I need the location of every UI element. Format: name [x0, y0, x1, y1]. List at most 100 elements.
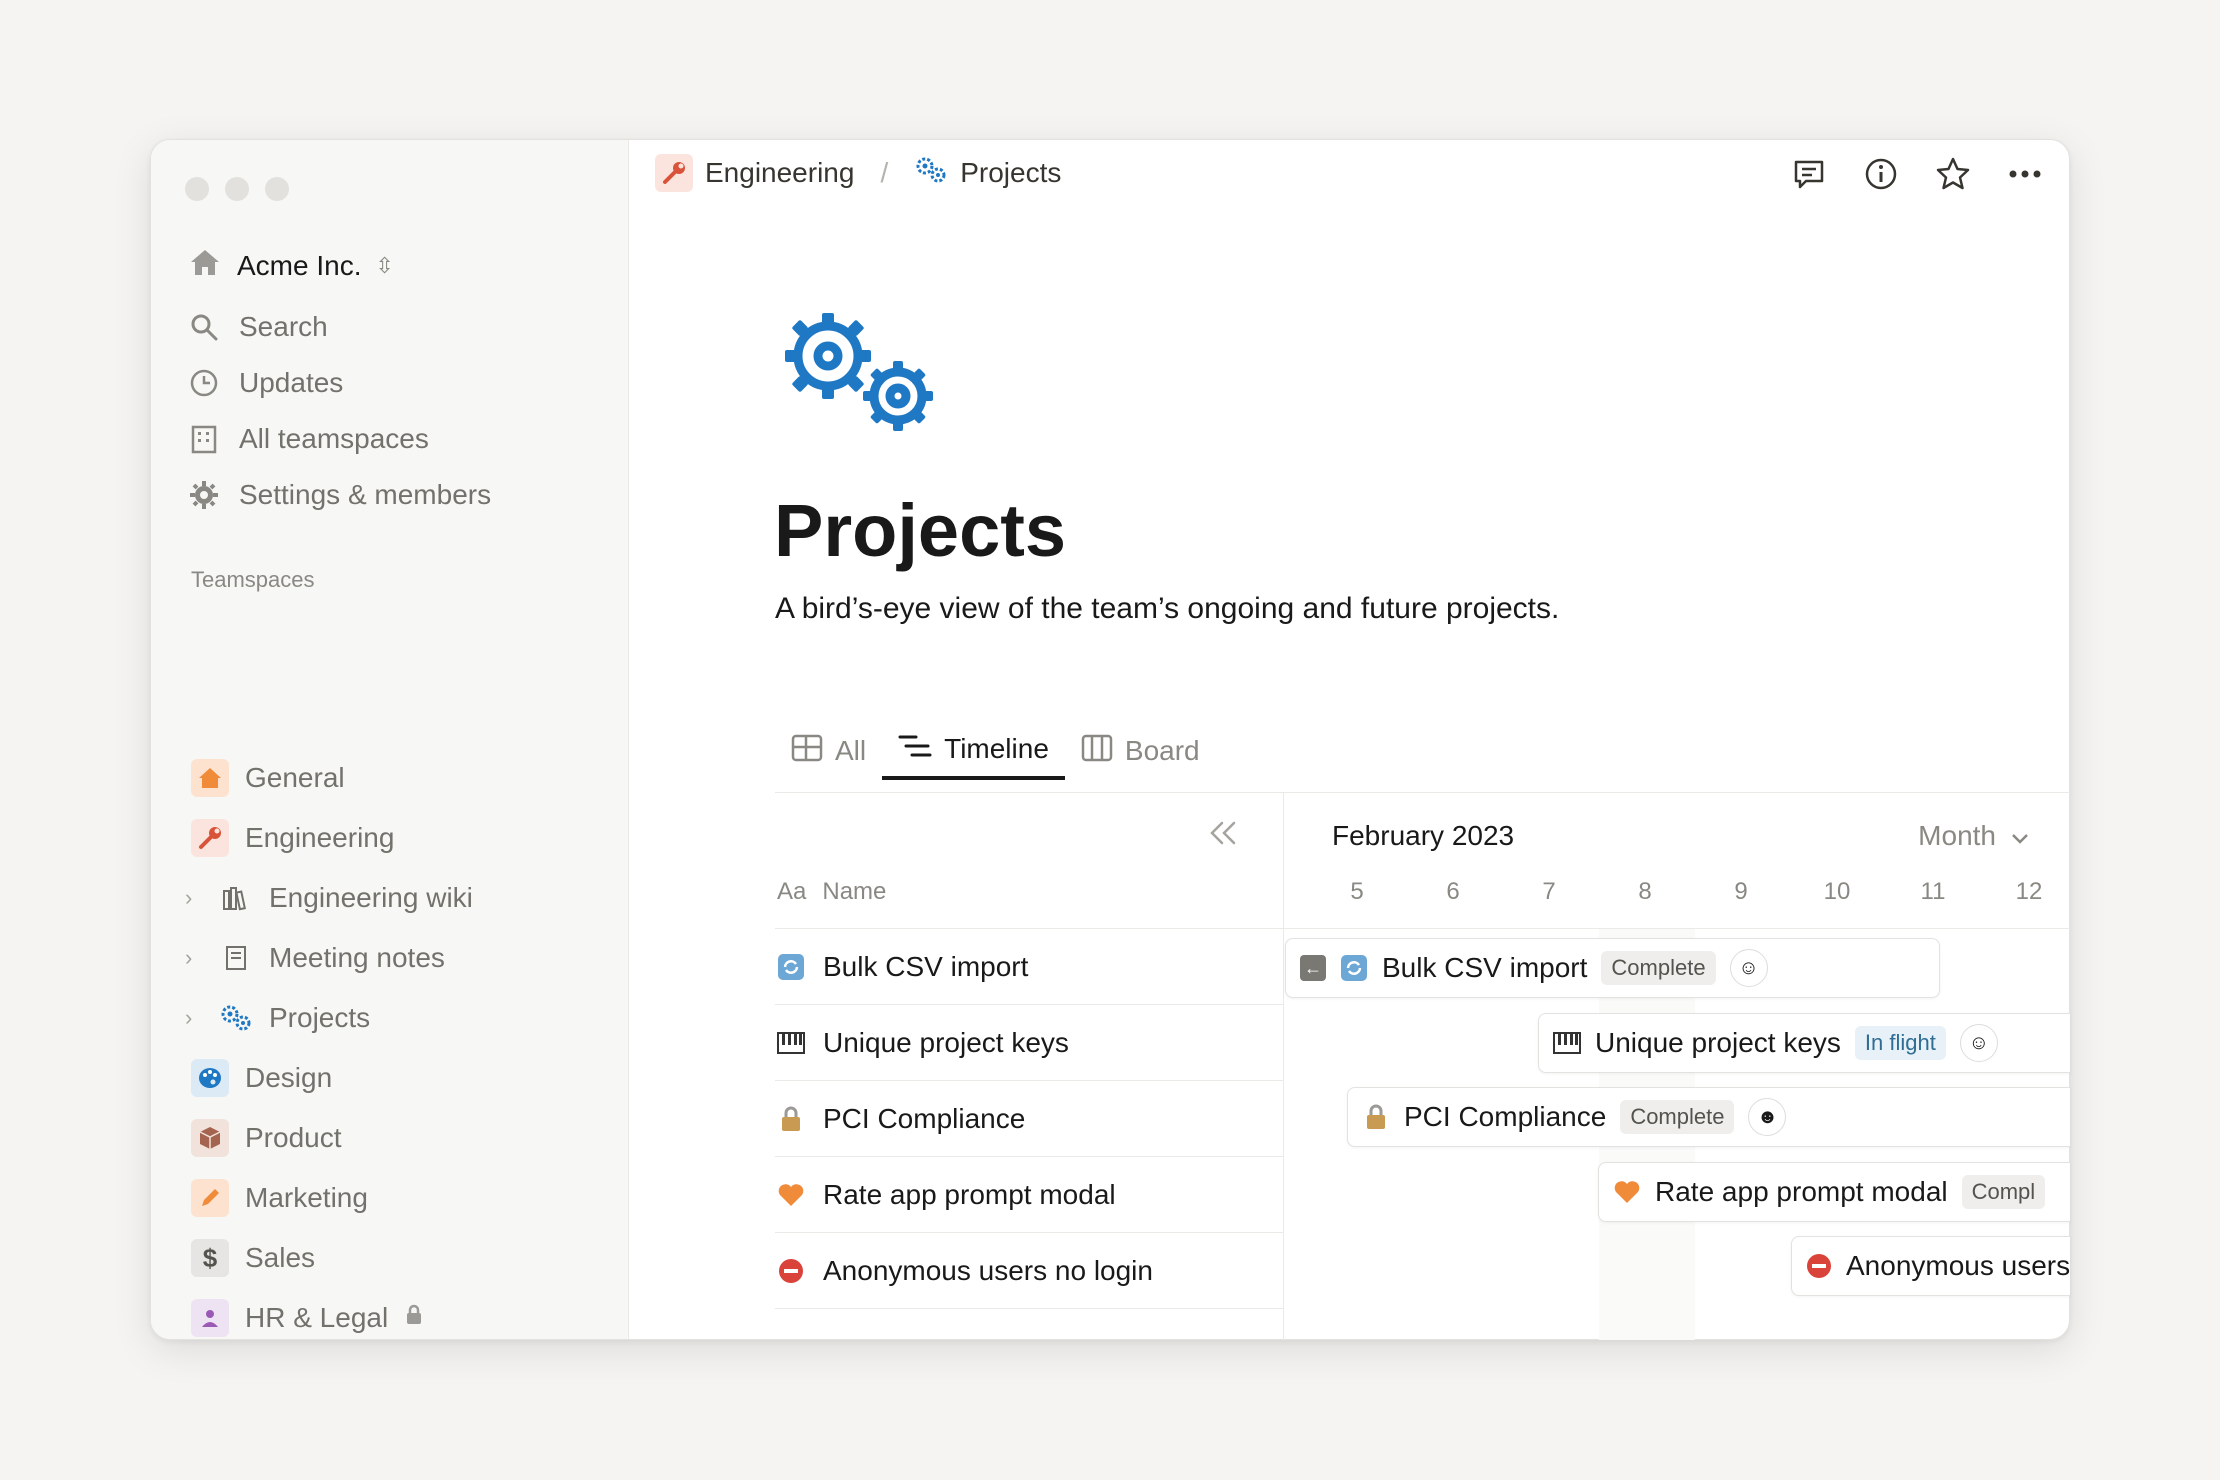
pencil-icon	[191, 1179, 229, 1217]
day-label: 10	[1823, 878, 1851, 905]
breadcrumb-separator: /	[880, 157, 889, 188]
chevron-right-icon[interactable]: ›	[185, 945, 203, 971]
sidebar-item-search[interactable]: Search	[187, 310, 328, 344]
workspace-switcher[interactable]: Acme Inc. ⇳	[187, 244, 394, 287]
sidebar-item-label: Design	[245, 1062, 333, 1093]
timeline-card[interactable]: Rate app prompt modal Compl	[1598, 1162, 2070, 1222]
top-bar: Engineering / Projects	[629, 140, 2069, 206]
sidebar-item-product[interactable]: Product	[191, 1113, 342, 1163]
notebook-icon	[219, 941, 253, 975]
lock-icon	[777, 1105, 805, 1133]
avatar: ☺	[1729, 949, 1768, 987]
info-icon[interactable]	[1863, 156, 1899, 192]
chevron-right-icon[interactable]: ›	[185, 885, 203, 911]
sidebar-item-label: Marketing	[245, 1182, 368, 1213]
views-divider	[775, 792, 2070, 793]
sidebar-item-label: Meeting notes	[269, 942, 445, 973]
status-badge: Complete	[1601, 951, 1716, 985]
day-label: 8	[1638, 878, 1652, 905]
page-gears-icon[interactable]	[780, 308, 940, 443]
card-name: Anonymous users	[1846, 1250, 2070, 1281]
status-badge: Complete	[1620, 1100, 1735, 1134]
box-icon	[191, 1119, 229, 1157]
scale-label: Month	[1918, 820, 1996, 851]
sidebar-item-label: Engineering	[245, 822, 395, 853]
row-name: Rate app prompt modal	[823, 1178, 1116, 1210]
tab-all[interactable]: All	[775, 722, 882, 780]
sidebar-item-meeting-notes[interactable]: › Meeting notes	[185, 933, 445, 983]
page-title[interactable]: Projects	[774, 488, 1066, 573]
sidebar-item-design[interactable]: Design	[191, 1053, 332, 1103]
sidebar-item-updates[interactable]: Updates	[187, 366, 343, 400]
sidebar-item-general[interactable]: General	[191, 753, 345, 803]
orange-heart-icon	[777, 1181, 805, 1209]
arrow-left-icon[interactable]: ←	[1300, 955, 1326, 981]
table-row[interactable]: Anonymous users no login	[775, 1232, 1283, 1308]
star-icon[interactable]	[1935, 156, 1971, 192]
more-icon[interactable]	[2007, 156, 2043, 192]
minimize-window-button[interactable]	[225, 177, 249, 201]
sidebar-item-projects[interactable]: › Projects	[164, 989, 604, 1047]
sidebar-item-marketing[interactable]: Marketing	[191, 1173, 368, 1223]
sidebar-item-all-teamspaces[interactable]: All teamspaces	[187, 422, 429, 456]
tab-board[interactable]: Board	[1065, 722, 1216, 780]
timeline-days: 5 6 7 8 9 10 11 12	[1283, 878, 2070, 918]
breadcrumb-engineering[interactable]: Engineering	[705, 157, 854, 189]
tab-label: All	[835, 735, 867, 766]
teamspaces-heading: Teamspaces	[191, 567, 315, 592]
timeline-card[interactable]: Anonymous users	[1791, 1236, 2070, 1296]
maximize-window-button[interactable]	[265, 177, 289, 201]
tab-timeline[interactable]: Timeline	[882, 722, 1065, 780]
status-badge: In flight	[1854, 1026, 1946, 1060]
timeline-card[interactable]: ← Bulk CSV import Complete ☺	[1285, 938, 1940, 998]
row-name: Unique project keys	[823, 1026, 1069, 1058]
view-tabs: All Timeline Board	[775, 722, 1216, 780]
table-row[interactable]: Rate app prompt modal	[775, 1156, 1283, 1232]
sidebar: Acme Inc. ⇳ Search Updates All teamspace…	[151, 140, 629, 1339]
clock-icon	[187, 366, 221, 400]
column-label: Name	[822, 878, 887, 905]
day-label: 11	[1920, 878, 1946, 905]
gears-icon	[219, 1001, 253, 1035]
table-row[interactable]: Unique project keys	[775, 1004, 1283, 1080]
name-column-header[interactable]: Aa Name	[777, 878, 886, 906]
text-type-icon: Aa	[777, 878, 807, 905]
comments-icon[interactable]	[1791, 156, 1827, 192]
lock-icon	[404, 1304, 424, 1332]
sidebar-item-label: Settings & members	[239, 479, 492, 510]
breadcrumb-projects[interactable]: Projects	[960, 157, 1061, 189]
card-name: Unique project keys	[1595, 1027, 1841, 1058]
timeline-card[interactable]: Unique project keys In flight ☺	[1538, 1013, 2070, 1073]
card-name: PCI Compliance	[1404, 1101, 1607, 1132]
sidebar-item-settings[interactable]: Settings & members	[187, 478, 491, 512]
sidebar-item-sales[interactable]: $ Sales	[191, 1233, 315, 1283]
wrench-icon	[655, 154, 693, 192]
house-icon	[191, 759, 229, 797]
tab-label: Timeline	[944, 733, 1049, 764]
collapse-panel-icon[interactable]	[1208, 820, 1238, 851]
day-label: 12	[2015, 878, 2043, 905]
chevron-right-icon[interactable]: ›	[185, 1005, 203, 1031]
person-icon	[191, 1299, 229, 1337]
timeline-scale-dropdown[interactable]: Month	[1918, 820, 2030, 852]
wrench-icon	[191, 819, 229, 857]
building-icon	[187, 422, 221, 456]
day-label: 6	[1446, 878, 1460, 905]
status-badge: Compl	[1961, 1175, 2046, 1209]
gears-icon	[914, 155, 948, 192]
avatar: ☻	[1748, 1098, 1787, 1136]
page-description[interactable]: A bird’s-eye view of the team’s ongoing …	[775, 592, 1559, 626]
sidebar-item-label: Search	[239, 311, 328, 342]
sidebar-item-engineering-wiki[interactable]: › Engineering wiki	[185, 873, 473, 923]
sidebar-item-hr-legal[interactable]: HR & Legal	[191, 1293, 424, 1339]
table-row[interactable]: PCI Compliance	[775, 1080, 1283, 1156]
orange-heart-icon	[1613, 1178, 1641, 1206]
table-row[interactable]: Bulk CSV import	[775, 928, 1283, 1004]
sidebar-item-engineering[interactable]: Engineering	[191, 813, 394, 863]
timeline-card[interactable]: PCI Compliance Complete ☻	[1347, 1087, 2070, 1147]
close-window-button[interactable]	[185, 177, 209, 201]
sidebar-item-label: Sales	[245, 1242, 316, 1273]
day-label: 7	[1542, 878, 1556, 905]
row-name: Bulk CSV import	[823, 950, 1029, 982]
day-label: 5	[1350, 878, 1364, 905]
